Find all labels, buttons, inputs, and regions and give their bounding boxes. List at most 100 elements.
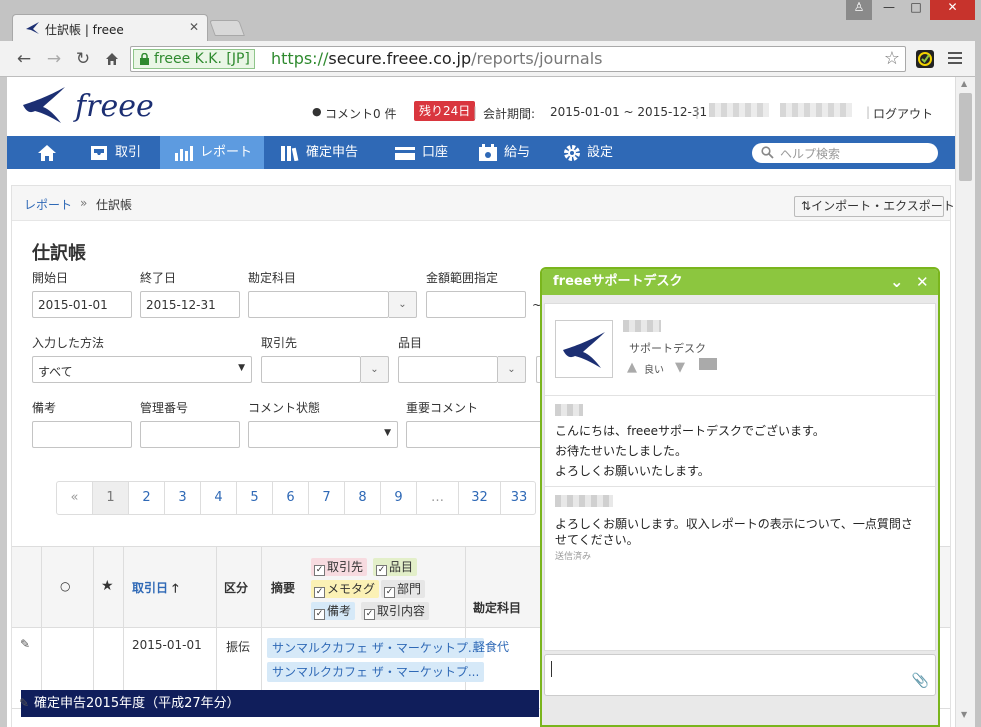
freee-logo[interactable]: freee — [19, 81, 159, 129]
scroll-up-icon[interactable]: ▲ — [961, 79, 967, 88]
menu-icon[interactable] — [948, 52, 962, 64]
maximize-button[interactable]: □ — [903, 0, 929, 20]
row-account-link[interactable]: 軽食代 — [473, 638, 509, 655]
pagination-page-6[interactable]: 6 — [273, 482, 309, 514]
nav-koza[interactable]: 口座 — [394, 136, 464, 169]
tab-title: 仕訳帳 | freee — [45, 23, 124, 37]
email-icon[interactable] — [699, 358, 717, 370]
kakutei-bottom-bar[interactable]: 確定申告2015年度（平成27年分） — [21, 690, 539, 717]
pagination-page-8[interactable]: 8 — [345, 482, 381, 514]
pagination-page-5[interactable]: 5 — [237, 482, 273, 514]
nav-kyuyo[interactable]: 給与 — [478, 136, 548, 169]
header-divider: | — [695, 105, 700, 119]
reload-icon[interactable]: ↻ — [73, 49, 93, 69]
pagination-page-1[interactable]: 1 — [93, 482, 129, 514]
chat-minimize-chevron-icon[interactable]: ⌄ — [890, 269, 903, 295]
bookmark-star-icon[interactable]: ☆ — [884, 48, 900, 69]
header-divider: | — [473, 105, 478, 119]
attachment-paperclip-icon[interactable]: 📎 — [912, 673, 929, 689]
breadcrumb-report-link[interactable]: レポート — [24, 196, 72, 213]
page-title: 仕訳帳 — [32, 243, 86, 264]
end-date-input[interactable]: 2015-12-31 — [140, 291, 240, 318]
main-nav: 取引 レポート 確定申告 口座 給与 設定 ヘルプ検索 — [7, 136, 955, 169]
partner-dropdown-chevron-icon[interactable]: ⌄ — [361, 356, 389, 383]
help-search-input[interactable]: ヘルプ検索 — [752, 143, 938, 163]
company-name-redacted — [709, 103, 769, 117]
thumbs-down-icon[interactable]: ▼ — [675, 360, 685, 375]
pagination-page-9[interactable]: 9 — [381, 482, 417, 514]
pagination-page-7[interactable]: 7 — [309, 482, 345, 514]
logo-text: freee — [75, 89, 154, 124]
sort-by-date-header[interactable]: 取引日 🡑 — [132, 579, 178, 600]
nav-label: レポート — [200, 145, 253, 160]
browser-tab[interactable]: 仕訳帳 | freee ✕ — [12, 14, 208, 41]
row-summary-tag[interactable]: サンマルクカフェ ザ・マーケットプ... — [267, 638, 485, 658]
logout-link[interactable]: ログアウト — [873, 105, 933, 122]
amount-min-input[interactable] — [426, 291, 526, 318]
summary-check-partner[interactable]: ✓ 取引先 — [311, 558, 368, 576]
scroll-down-icon[interactable]: ▼ — [961, 710, 967, 719]
summary-check-memotag[interactable]: ✓ メモタグ — [311, 580, 380, 598]
import-export-button[interactable]: ⇅インポート・エクスポート — [794, 196, 955, 217]
important-comment-label: 重要コメント — [406, 401, 479, 415]
pagination-page-32[interactable]: 32 — [459, 482, 501, 514]
tab-close-icon[interactable]: ✕ — [189, 20, 199, 34]
chat-message-input[interactable]: 📎 — [544, 654, 936, 696]
row-summary-tag[interactable]: サンマルクカフェ ザ・マーケットプ... — [267, 662, 485, 682]
pagination-prev[interactable]: « — [57, 482, 93, 514]
scrollbar-thumb[interactable] — [959, 93, 972, 181]
start-date-input[interactable]: 2015-01-01 — [32, 291, 132, 318]
home-icon[interactable] — [102, 49, 122, 69]
pagination-page-2[interactable]: 2 — [129, 482, 165, 514]
important-comment-select[interactable] — [406, 421, 546, 448]
help-search-placeholder: ヘルプ検索 — [780, 147, 841, 161]
ev-certificate-badge[interactable]: freee K.K. [JP] — [133, 49, 255, 69]
pagination-page-4[interactable]: 4 — [201, 482, 237, 514]
minimize-button[interactable]: — — [876, 0, 902, 20]
star-column-icon: ★ — [101, 578, 114, 594]
note-input[interactable] — [32, 421, 132, 448]
nav-kakutei[interactable]: 確定申告 — [280, 136, 380, 169]
summary-check-content[interactable]: ✓ 取引内容 — [361, 602, 430, 620]
pagination-page-3[interactable]: 3 — [165, 482, 201, 514]
account-select[interactable] — [248, 291, 389, 318]
breadcrumb: レポート » 仕訳帳 ⇅インポート・エクスポート — [12, 186, 955, 221]
nav-report[interactable]: レポート — [160, 136, 264, 169]
thumbs-up-icon[interactable]: ▲ — [627, 360, 637, 375]
nav-settei[interactable]: 設定 — [563, 136, 633, 169]
partner-select[interactable] — [261, 356, 361, 383]
nav-home[interactable] — [29, 136, 69, 169]
new-tab-button[interactable] — [209, 20, 245, 36]
period-value: 2015-01-01 ~ 2015-12-31 — [550, 105, 708, 119]
extension-icon[interactable] — [916, 50, 934, 68]
comment-status-label: コメント状態 — [248, 401, 321, 415]
summary-check-department[interactable]: ✓ 部門 — [381, 580, 426, 598]
input-method-select[interactable]: すべて ▼ — [32, 356, 252, 383]
item-select[interactable] — [398, 356, 498, 383]
pagination-page-33[interactable]: 33 — [501, 482, 537, 514]
sender-name-redacted — [555, 495, 613, 507]
url-host: secure.freee.co.jp — [328, 49, 472, 68]
search-icon — [761, 146, 774, 159]
chat-close-icon[interactable]: ✕ — [916, 269, 929, 295]
management-number-input[interactable] — [140, 421, 240, 448]
nav-label: 確定申告 — [306, 145, 359, 160]
summary-check-item[interactable]: ✓ 品目 — [373, 558, 418, 576]
comments-label[interactable]: コメント — [325, 105, 373, 122]
page-scrollbar[interactable]: ▲ ▼ — [955, 77, 975, 727]
forward-arrow-icon[interactable]: → — [44, 49, 64, 69]
like-label[interactable]: 良い — [644, 361, 664, 376]
item-dropdown-chevron-icon[interactable]: ⌄ — [498, 356, 526, 383]
edit-icon[interactable]: ✎ — [20, 637, 30, 651]
summary-check-note[interactable]: ✓ 備考 — [311, 602, 356, 620]
window-close-button[interactable]: ✕ — [930, 0, 975, 20]
browser-title-bar: 仕訳帳 | freee ✕ ♙ — □ ✕ — [0, 0, 981, 41]
back-arrow-icon[interactable]: ← — [14, 49, 34, 69]
address-bar[interactable]: freee K.K. [JP] https://secure.freee.co.… — [130, 46, 906, 72]
user-icon[interactable]: ♙ — [846, 0, 872, 20]
nav-torihiki[interactable]: 取引 — [89, 136, 159, 169]
account-dropdown-chevron-icon[interactable]: ⌄ — [389, 291, 417, 318]
row-edit-icon[interactable]: ✎ — [19, 696, 29, 710]
comment-status-select[interactable]: ▼ — [248, 421, 398, 448]
bar-chart-icon — [175, 145, 193, 161]
